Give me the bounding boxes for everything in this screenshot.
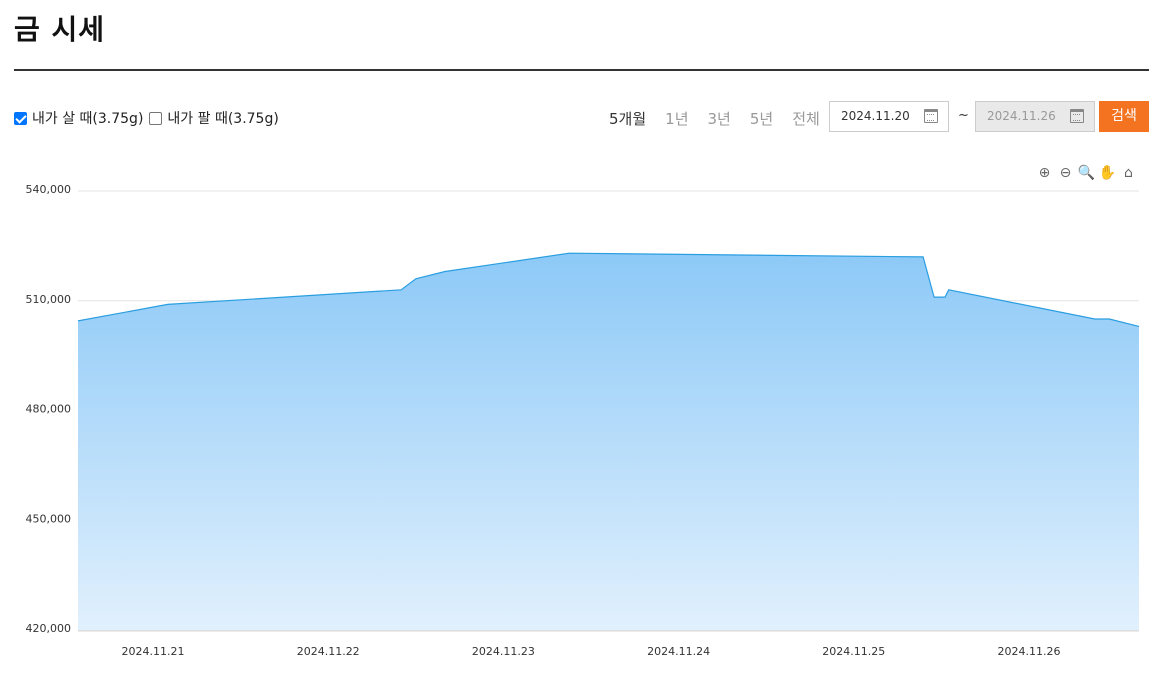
y-tick-label: 450,000 — [26, 512, 72, 525]
y-tick-label: 420,000 — [26, 622, 72, 635]
x-tick-label: 2024.11.23 — [472, 645, 535, 658]
x-tick-label: 2024.11.26 — [998, 645, 1061, 658]
x-tick-label: 2024.11.22 — [297, 645, 360, 658]
x-tick-label: 2024.11.21 — [122, 645, 185, 658]
gold-price-chart[interactable]: 420,000 450,000 480,000 510,000 540,000 2024… — [0, 0, 1171, 673]
y-tick-label: 480,000 — [26, 403, 72, 416]
y-tick-label: 540,000 — [26, 183, 72, 196]
series-area — [78, 253, 1139, 630]
x-tick-label: 2024.11.24 — [647, 645, 710, 658]
x-tick-label: 2024.11.25 — [822, 645, 885, 658]
y-tick-label: 510,000 — [26, 293, 72, 306]
